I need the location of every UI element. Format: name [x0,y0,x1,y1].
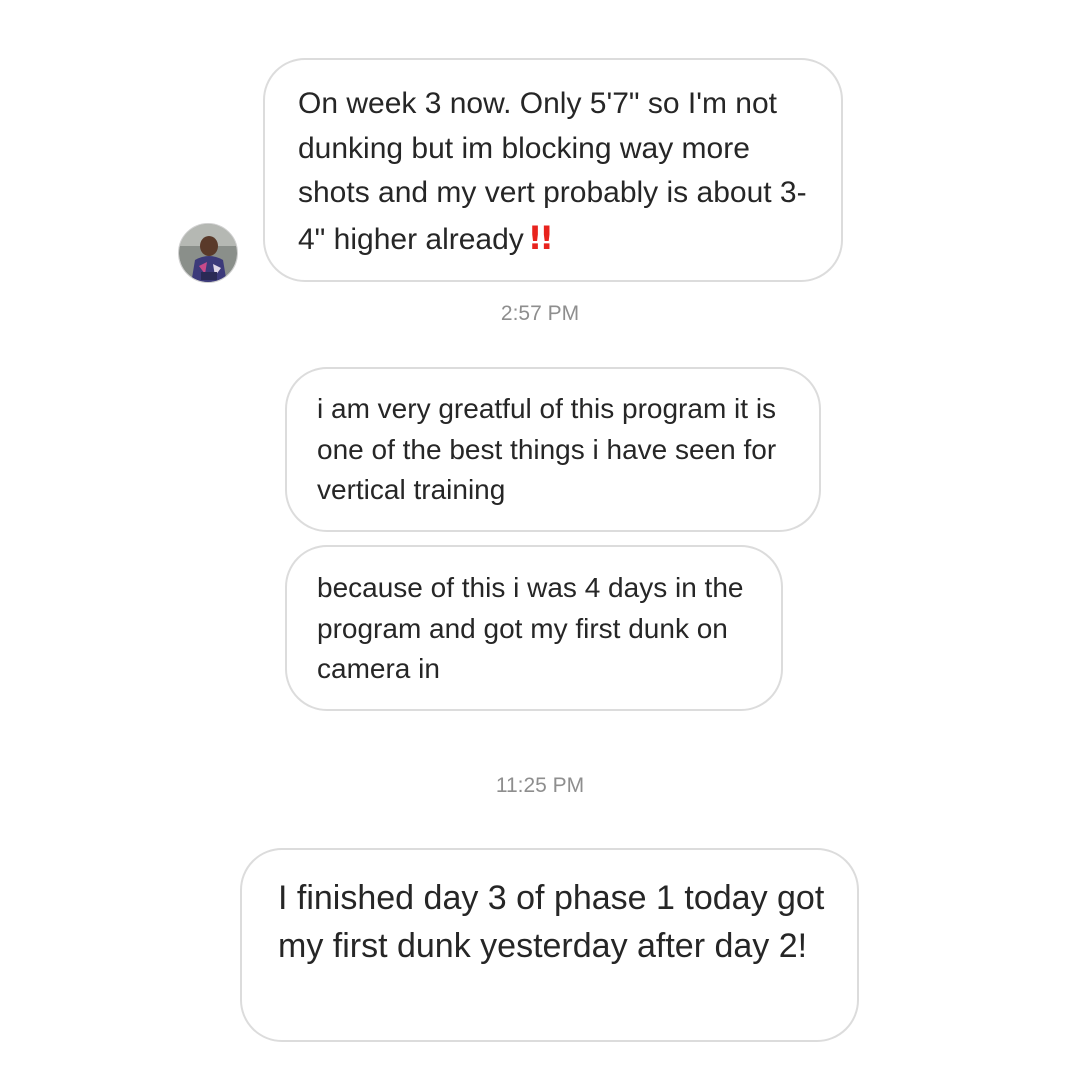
message-body: On week 3 now. Only 5'7" so I'm not dunk… [298,87,807,256]
message-timestamp: 2:57 PM [500,302,580,325]
message-bubble-received[interactable]: i am very greatful of this program it is… [285,367,821,532]
message-bubble-received[interactable]: On week 3 now. Only 5'7" so I'm not dunk… [263,58,843,282]
message-text: On week 3 now. Only 5'7" so I'm not dunk… [298,82,811,262]
message-text: because of this i was 4 days in the prog… [317,572,744,684]
sender-avatar[interactable] [178,223,238,283]
message-text: I finished day 3 of phase 1 today got my… [278,879,825,965]
message-bubble-received[interactable]: I finished day 3 of phase 1 today got my… [240,848,859,1042]
double-exclamation-emoji-icon: !! [527,218,554,257]
avatar-photo-icon [179,224,237,282]
message-text: i am very greatful of this program it is… [317,393,777,505]
message-timestamp: 11:25 PM [495,774,585,797]
message-bubble-received[interactable]: because of this i was 4 days in the prog… [285,545,783,711]
